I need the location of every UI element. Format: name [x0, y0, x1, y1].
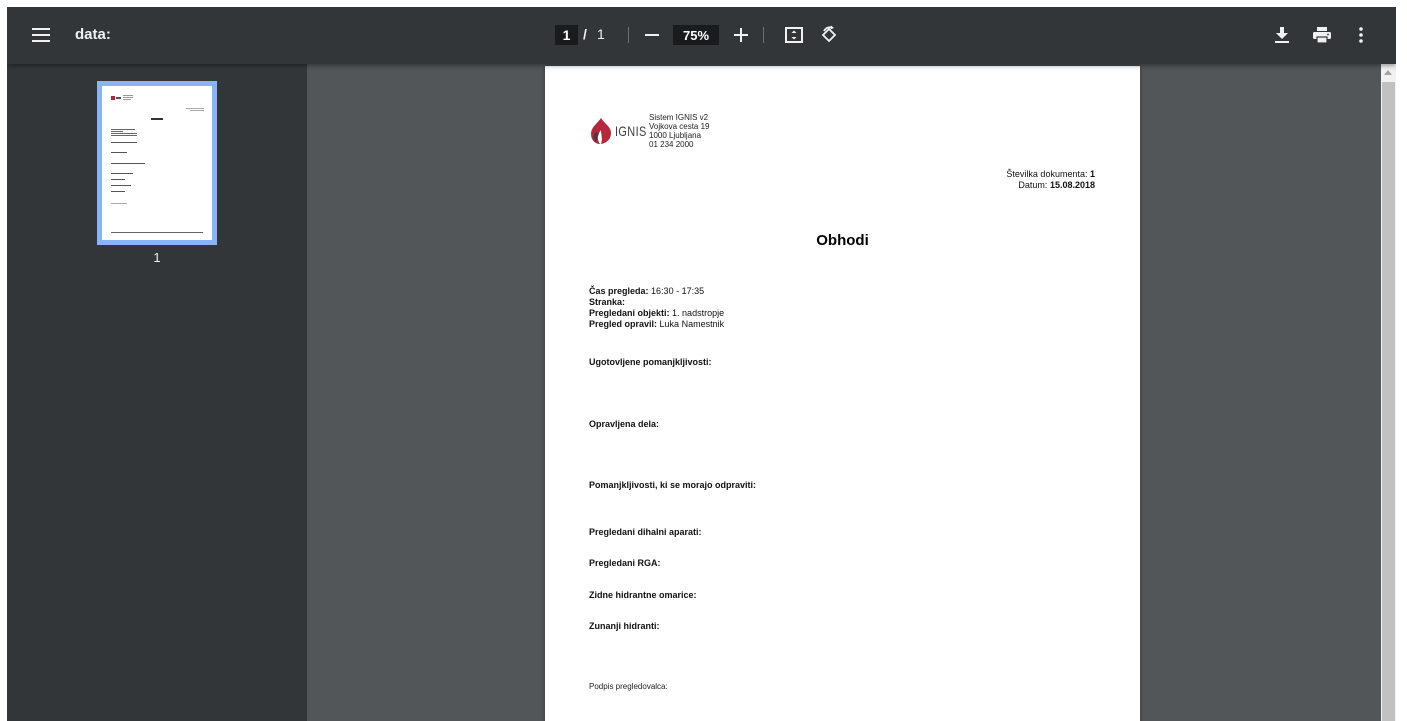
toolbar: data: 1 / 1 75%	[7, 7, 1396, 64]
thumbnail-document-graphic	[111, 95, 204, 233]
document-heading: Obhodi	[816, 232, 869, 249]
print-icon	[1313, 27, 1331, 43]
document-number-row: Številka dokumenta: 1	[1006, 169, 1095, 180]
page-separator: /	[583, 26, 587, 42]
document-date-label: Datum:	[1018, 180, 1048, 190]
menu-button[interactable]	[27, 22, 55, 48]
signature-label: Podpis pregledovalca:	[589, 682, 668, 691]
client-row: Stranka:	[589, 297, 724, 308]
ignis-flame-logo-icon	[591, 118, 611, 144]
objects-value: 1. nadstropje	[672, 308, 725, 318]
rotate-button[interactable]	[817, 23, 841, 47]
vertical-scrollbar[interactable]	[1381, 64, 1396, 721]
scrollbar-thumb[interactable]	[1382, 82, 1395, 721]
zoom-input[interactable]: 75%	[673, 25, 719, 45]
print-button[interactable]	[1309, 23, 1335, 47]
time-row: Čas pregleda: 16:30 - 17:35	[589, 286, 724, 297]
download-button[interactable]	[1270, 23, 1294, 47]
divider	[763, 27, 764, 43]
page-total: 1	[597, 26, 605, 42]
company-phone: 01 234 2000	[649, 140, 694, 149]
time-label: Čas pregleda:	[589, 286, 649, 296]
page-thumbnail[interactable]	[97, 81, 217, 245]
section-heading-wall-hydrants: Zidne hidrantne omarice:	[589, 590, 697, 600]
inspector-value: Luka Namestnik	[659, 319, 725, 329]
document-number-label: Številka dokumenta:	[1006, 169, 1088, 179]
document-date-value: 15.08.2018	[1049, 180, 1095, 190]
section-heading-work-done: Opravljena dela:	[589, 419, 660, 429]
pdf-viewer: data: 1 / 1 75% 1 IGNIS Sistem IGNIS v2 …	[7, 7, 1396, 721]
divider	[628, 27, 629, 43]
fit-page-icon	[785, 27, 803, 43]
zoom-in-icon	[734, 28, 748, 42]
thumbnail-page-number: 1	[153, 250, 161, 265]
zoom-in-button[interactable]	[730, 23, 752, 47]
fit-to-page-button[interactable]	[782, 23, 806, 47]
thumbnail-page-preview	[102, 86, 212, 240]
pdf-page: IGNIS Sistem IGNIS v2 Vojkova cesta 19 1…	[545, 66, 1140, 721]
client-label: Stranka:	[589, 297, 626, 307]
time-value: 16:30 - 17:35	[651, 286, 705, 296]
rotate-icon	[821, 25, 837, 43]
zoom-out-button[interactable]	[641, 23, 663, 47]
company-name: Sistem IGNIS v2	[649, 113, 709, 122]
inspector-row: Pregled opravil: Luka Namestnik	[589, 319, 724, 330]
company-city: 1000 Ljubljana	[649, 131, 702, 140]
company-address: Sistem IGNIS v2 Vojkova cesta 19 1000 Lj…	[649, 113, 709, 149]
company-street: Vojkova cesta 19	[649, 122, 710, 131]
menu-icon	[32, 28, 50, 42]
section-heading-to-fix: Pomanjkljivosti, ki se morajo odpraviti:	[589, 480, 757, 490]
scroll-up-arrow-icon[interactable]	[1384, 70, 1392, 75]
document-meta: Številka dokumenta: 1 Datum: 15.08.2018	[1006, 169, 1095, 191]
document-number-value: 1	[1089, 169, 1095, 179]
inspector-label: Pregled opravil:	[589, 319, 658, 329]
document-title: data:	[75, 26, 111, 43]
section-heading-deficiencies: Ugotovljene pomanjkljivosti:	[589, 357, 712, 367]
logo-wordmark: IGNIS	[615, 123, 647, 139]
inspection-info: Čas pregleda: 16:30 - 17:35 Stranka: Pre…	[589, 286, 724, 330]
page-number-input[interactable]: 1	[555, 25, 578, 45]
more-options-button[interactable]	[1351, 23, 1371, 47]
objects-label: Pregledani objekti:	[589, 308, 670, 318]
section-heading-breathing-apparatus: Pregledani dihalni aparati:	[589, 527, 702, 537]
more-vert-icon	[1359, 27, 1363, 43]
download-icon	[1275, 27, 1289, 43]
document-date-row: Datum: 15.08.2018	[1006, 180, 1095, 191]
section-heading-outdoor-hydrants: Zunanji hidranti:	[589, 621, 660, 631]
section-heading-rga: Pregledani RGA:	[589, 558, 661, 568]
zoom-out-icon	[645, 34, 659, 36]
thumbnail-sidebar: 1	[7, 64, 307, 721]
objects-row: Pregledani objekti: 1. nadstropje	[589, 308, 724, 319]
